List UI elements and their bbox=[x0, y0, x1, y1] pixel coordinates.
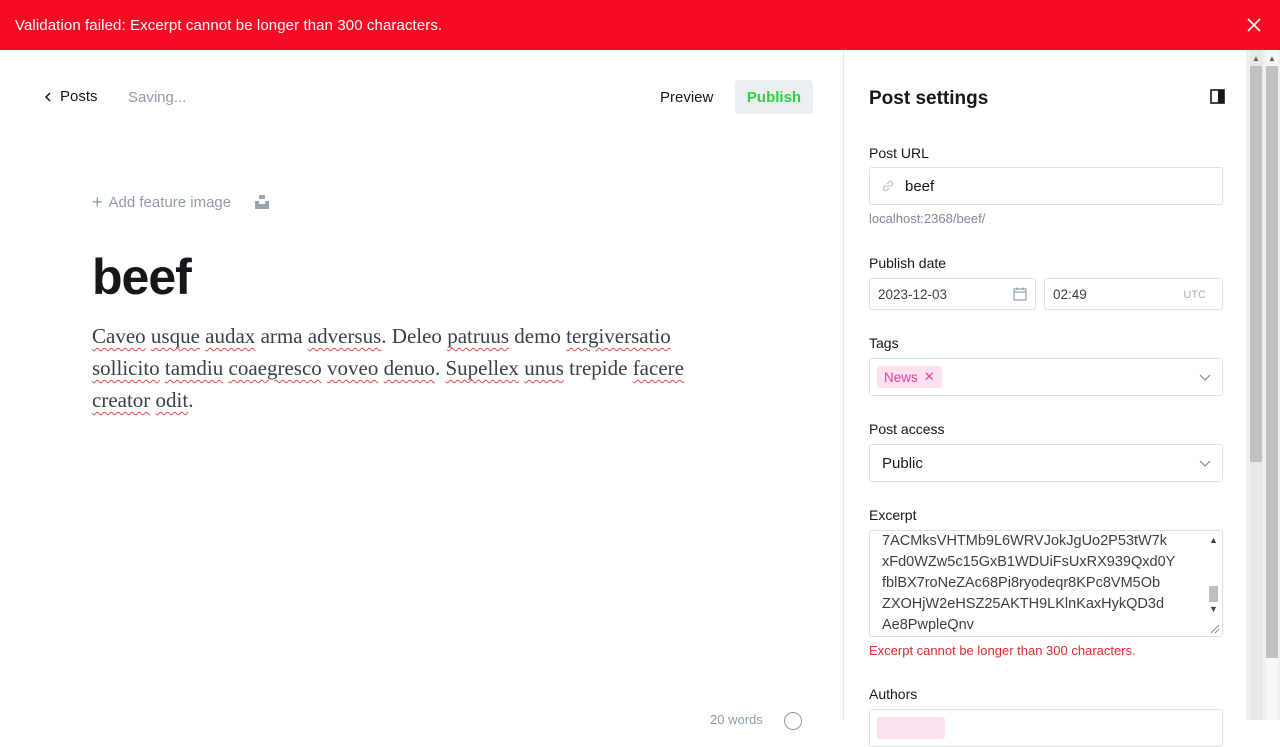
add-feature-image-button[interactable]: + Add feature image bbox=[92, 193, 231, 211]
excerpt-line: xFd0WZw5c15GxB1WDUiFsUxRX939Qxd0Y bbox=[882, 554, 1176, 570]
post-title[interactable]: beef bbox=[92, 248, 192, 306]
panel-title: Post settings bbox=[869, 88, 989, 109]
author-chip[interactable] bbox=[877, 717, 945, 739]
chevron-down-icon bbox=[1199, 460, 1211, 467]
scroll-up-icon[interactable]: ▲ bbox=[1252, 54, 1260, 63]
body-text: . Deleo bbox=[381, 324, 448, 348]
misspelled-word: adversus bbox=[307, 324, 382, 348]
body-text: . bbox=[434, 356, 446, 380]
preview-button[interactable]: Preview bbox=[648, 80, 725, 114]
misspelled-word: unus bbox=[524, 356, 564, 380]
misspelled-word: Supellex bbox=[445, 356, 519, 380]
body-text: trepide bbox=[563, 356, 633, 380]
post-access-value: Public bbox=[882, 455, 923, 472]
tag-chip[interactable]: News ✕ bbox=[877, 366, 942, 388]
chevron-left-icon bbox=[44, 91, 51, 102]
post-url-value: beef bbox=[905, 178, 935, 195]
body-text: . bbox=[188, 388, 194, 412]
post-settings-panel: Post settings Post URL beef localhost:23… bbox=[843, 50, 1246, 747]
unsplash-icon[interactable] bbox=[255, 195, 270, 209]
post-url-input[interactable]: beef bbox=[869, 167, 1223, 205]
scroll-down-icon[interactable]: ▼ bbox=[1209, 604, 1218, 614]
plus-icon: + bbox=[92, 192, 103, 212]
misspelled-word: denuo bbox=[383, 356, 435, 380]
scroll-up-icon[interactable]: ▲ bbox=[1209, 535, 1218, 545]
excerpt-line: Ae8PwpleQnv bbox=[882, 617, 974, 633]
misspelled-word: Caveo bbox=[92, 324, 146, 348]
authors-select[interactable] bbox=[869, 709, 1223, 747]
excerpt-error: Excerpt cannot be longer than 300 charac… bbox=[869, 643, 1136, 658]
tags-label: Tags bbox=[869, 335, 899, 351]
panel-scroll-thumb[interactable] bbox=[1250, 66, 1262, 462]
post-access-label: Post access bbox=[869, 421, 945, 437]
scroll-up-icon[interactable]: ▲ bbox=[1268, 54, 1276, 63]
misspelled-word: audax bbox=[205, 324, 256, 348]
post-url-label: Post URL bbox=[869, 145, 929, 161]
remove-tag-icon[interactable]: ✕ bbox=[924, 369, 935, 385]
tag-chip-label: News bbox=[884, 369, 918, 385]
misspelled-word: tamdiu bbox=[164, 356, 224, 380]
publish-date-label: Publish date bbox=[869, 255, 947, 271]
excerpt-scrollbar[interactable]: ▲ ▼ bbox=[1205, 531, 1222, 636]
publish-button[interactable]: Publish bbox=[735, 80, 813, 114]
page-scrollbar[interactable]: ▲ ▲ bbox=[1246, 50, 1280, 720]
post-url-hint: localhost:2368/beef/ bbox=[869, 211, 986, 226]
excerpt-text: 7ACMksVHTMb9L6WRVJokJgUo2P53tW7k xFd0WZw… bbox=[882, 531, 1202, 636]
excerpt-line: fblBX7roNeZAc68Pi8ryodeqr8KPc8VM5Ob bbox=[882, 575, 1161, 591]
misspelled-word: usque bbox=[150, 324, 200, 348]
back-link-label: Posts bbox=[60, 88, 98, 105]
post-body[interactable]: Caveo usque audax arma adversus. Deleo p… bbox=[92, 320, 732, 416]
error-banner: Validation failed: Excerpt cannot be lon… bbox=[0, 0, 1280, 50]
misspelled-word: coaegresco bbox=[228, 356, 322, 380]
editor-pane: Posts Saving... Preview Publish + Add fe… bbox=[0, 50, 843, 730]
page-scroll-thumb[interactable] bbox=[1266, 66, 1278, 658]
post-access-select[interactable]: Public bbox=[869, 444, 1223, 482]
back-to-posts-link[interactable]: Posts bbox=[44, 88, 98, 105]
excerpt-label: Excerpt bbox=[869, 507, 917, 523]
publish-date-input[interactable]: 2023-12-03 bbox=[869, 278, 1036, 310]
add-feature-image-label: Add feature image bbox=[108, 193, 232, 211]
resize-handle-icon[interactable] bbox=[1210, 624, 1220, 634]
tags-select[interactable]: News ✕ bbox=[869, 358, 1223, 396]
authors-label: Authors bbox=[869, 686, 918, 702]
timezone-label: UTC bbox=[1183, 289, 1206, 301]
calendar-icon[interactable] bbox=[1013, 287, 1027, 301]
sidebar-toggle-icon[interactable] bbox=[1210, 89, 1225, 104]
misspelled-word: sollicito bbox=[92, 356, 160, 380]
body-text: demo bbox=[509, 324, 567, 348]
excerpt-line: ZXOHjW2eHSZ25AKTH9LKlnKaxHykQD3d bbox=[882, 596, 1165, 612]
body-text: arma bbox=[255, 324, 308, 348]
publish-date-value: 2023-12-03 bbox=[878, 287, 948, 302]
chevron-down-icon bbox=[1199, 374, 1211, 381]
help-icon[interactable] bbox=[784, 712, 802, 730]
misspelled-word: odit bbox=[155, 388, 189, 412]
misspelled-word: creator bbox=[92, 388, 151, 412]
misspelled-word: patruus bbox=[447, 324, 510, 348]
publish-time-value: 02:49 bbox=[1053, 287, 1087, 302]
close-icon[interactable] bbox=[1244, 15, 1264, 35]
misspelled-word: tergiversatio bbox=[566, 324, 671, 348]
save-status: Saving... bbox=[128, 89, 187, 106]
error-banner-message: Validation failed: Excerpt cannot be lon… bbox=[15, 16, 443, 34]
excerpt-line: 7ACMksVHTMb9L6WRVJokJgUo2P53tW7k bbox=[882, 533, 1167, 549]
feature-image-row: + Add feature image bbox=[92, 193, 270, 211]
publish-time-input[interactable]: 02:49 UTC bbox=[1044, 278, 1223, 310]
misspelled-word: voveo bbox=[327, 356, 379, 380]
excerpt-scroll-thumb[interactable] bbox=[1209, 586, 1218, 602]
link-icon bbox=[882, 180, 894, 192]
misspelled-word: facere bbox=[632, 356, 684, 380]
excerpt-textarea[interactable]: 7ACMksVHTMb9L6WRVJokJgUo2P53tW7k xFd0WZw… bbox=[869, 530, 1223, 637]
